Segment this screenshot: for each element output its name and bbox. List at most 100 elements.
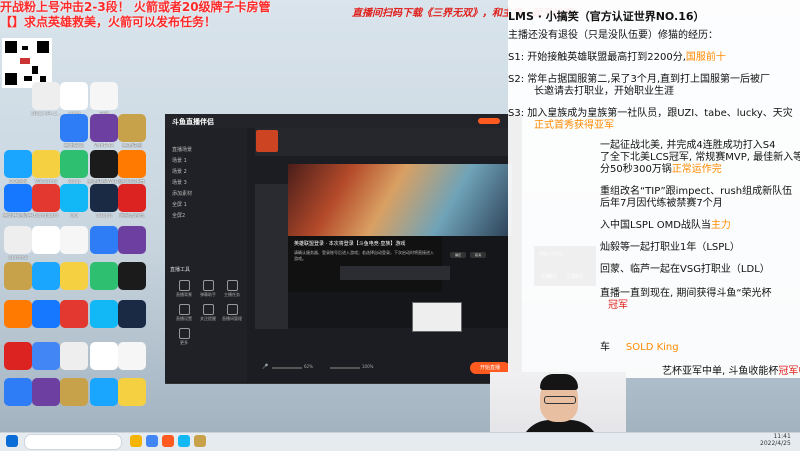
sidebar-item[interactable]: 直播场景 xyxy=(172,146,192,153)
app-header-bar xyxy=(255,128,520,156)
taskbar-clock[interactable]: 11:41 2022/4/25 xyxy=(760,433,791,447)
desktop-icon[interactable] xyxy=(60,300,88,328)
douyu-taskbar-icon[interactable] xyxy=(162,435,174,447)
desktop-icon[interactable] xyxy=(118,300,146,328)
desktop-icon[interactable] xyxy=(90,342,118,370)
tool-icon[interactable] xyxy=(179,304,190,315)
login-cancel-button[interactable]: 取消 xyxy=(470,252,486,258)
desktop-icon-label: 腾讯会议 xyxy=(63,143,84,149)
desktop-icon[interactable] xyxy=(60,150,88,178)
desktop-icon[interactable] xyxy=(32,378,60,406)
desktop-icon[interactable] xyxy=(4,150,32,178)
desktop-icon[interactable] xyxy=(32,184,60,212)
bio-s1: S1: 开始接触英雄联盟最高打到2200分,国服前十 xyxy=(508,48,726,63)
tool-icon[interactable] xyxy=(227,304,238,315)
desktop-icon[interactable] xyxy=(32,300,60,328)
volume-left-slider[interactable] xyxy=(272,367,302,369)
sidebar-item[interactable]: 全屏 1 xyxy=(172,201,187,208)
desktop-icon[interactable] xyxy=(90,150,118,178)
chrome-taskbar-icon[interactable] xyxy=(146,435,158,447)
desktop-icon[interactable] xyxy=(90,184,118,212)
sidebar-item[interactable]: 场景 3 xyxy=(172,179,187,186)
app-badge xyxy=(478,118,500,124)
bio-line7-highlight: 正常运作完 xyxy=(671,164,722,175)
app-titlebar[interactable] xyxy=(165,114,520,128)
desktop-icon[interactable] xyxy=(4,342,32,370)
desktop-icon[interactable] xyxy=(118,378,146,406)
desktop-icon[interactable] xyxy=(60,184,88,212)
mic-icon[interactable]: 🎤 xyxy=(262,364,268,370)
tool-icon[interactable] xyxy=(203,280,214,291)
bio-s3-highlight: 正式首秀获得亚军 xyxy=(534,120,614,131)
desktop-icon[interactable] xyxy=(60,342,88,370)
desktop-icon[interactable] xyxy=(60,378,88,406)
desktop-icon[interactable] xyxy=(32,262,60,290)
qr-code xyxy=(2,38,52,88)
tool-icon[interactable] xyxy=(179,328,190,339)
start-menu-icon[interactable] xyxy=(6,435,18,447)
bio-line13-red: 冠军 xyxy=(608,300,628,311)
desktop-icon[interactable] xyxy=(4,262,32,290)
tool-label: 直播设置 xyxy=(176,316,192,321)
desktop-icon[interactable] xyxy=(118,342,146,370)
taskbar-search-input[interactable] xyxy=(24,434,122,450)
webcam-person-hair xyxy=(540,374,578,390)
sidebar-item[interactable]: 场景 1 xyxy=(172,157,187,164)
volume-right-slider[interactable] xyxy=(330,367,360,369)
tool-icon[interactable] xyxy=(179,280,190,291)
desktop-icon[interactable] xyxy=(32,226,60,254)
lol-taskbar-icon[interactable] xyxy=(194,435,206,447)
desktop-icon[interactable] xyxy=(90,82,118,110)
desktop-icon[interactable] xyxy=(4,300,32,328)
file-explorer-icon[interactable] xyxy=(130,435,142,447)
login-dialog-title: 英雄联盟登录 · 本次将登录【斗鱼电竞·皇族】游戏 xyxy=(294,241,406,247)
desktop-icon[interactable] xyxy=(118,114,146,142)
bio-intro: 主播还没有退役（只是没队伍要）修猫的经历： xyxy=(508,30,718,41)
desktop-icon[interactable] xyxy=(60,226,88,254)
bio-line15: 艺杯亚军中单, 斗鱼收能杯冠军中单 xyxy=(662,362,800,377)
desktop-icon[interactable] xyxy=(4,184,32,212)
clock-date: 2022/4/25 xyxy=(760,440,791,447)
bio-line11: 灿毅等一起打职业1年（LSPL） xyxy=(600,242,740,253)
app-title: 斗鱼直播伴侣 xyxy=(172,118,214,126)
bio-line15-text: 艺杯亚军中单, 斗鱼收能杯 xyxy=(662,366,779,377)
desktop-icon[interactable] xyxy=(32,150,60,178)
desktop-icon[interactable] xyxy=(60,82,88,110)
login-dialog[interactable]: 英雄联盟登录 · 本次将登录【斗鱼电竞·皇族】游戏 请确认服务器、登录账号后进入… xyxy=(288,236,442,292)
qq-taskbar-icon[interactable] xyxy=(178,435,190,447)
streamer-avatar[interactable] xyxy=(256,130,278,152)
tool-icon[interactable] xyxy=(227,280,238,291)
desktop-icon[interactable] xyxy=(60,262,88,290)
bio-s1-label: S1: xyxy=(508,52,525,63)
desktop-icon[interactable] xyxy=(118,184,146,212)
overlay-promo: 开战粉上号冲击2-3段！ 火箭或者20级牌子卡房管 【】求点英雄救美，火箭可以发… xyxy=(0,0,271,30)
bio-line15-red: 冠军中单 xyxy=(778,366,800,377)
sidebar-item[interactable]: 场景 2 xyxy=(172,168,187,175)
desktop-icon[interactable] xyxy=(32,82,60,110)
tool-label: 弹幕助手 xyxy=(200,292,216,297)
desktop-icon-label: QQ xyxy=(70,213,78,219)
sidebar-item[interactable]: 添加素材 xyxy=(172,190,192,197)
overlay-promo-line2: 【】求点英雄救美，火箭可以发布任务！ xyxy=(0,15,217,29)
preview-left-grid xyxy=(255,184,288,329)
login-confirm-button[interactable]: 确定 xyxy=(450,252,466,258)
bio-line7: 分50秒300万锅正常运作完 xyxy=(600,160,722,175)
desktop-icon[interactable] xyxy=(118,150,146,178)
desktop-icon[interactable] xyxy=(118,262,146,290)
desktop-icon[interactable] xyxy=(4,378,32,406)
tool-label: 直播间管理 xyxy=(222,316,242,321)
tool-label: 直播背景 xyxy=(176,292,192,297)
desktop-icon[interactable] xyxy=(90,114,118,142)
desktop-icon[interactable] xyxy=(90,226,118,254)
desktop-icon[interactable] xyxy=(60,114,88,142)
desktop-icon[interactable] xyxy=(32,342,60,370)
bio-line9: 后年7月因代练被禁赛7个月 xyxy=(600,198,723,209)
sidebar-item[interactable]: 全屏2 xyxy=(172,212,185,219)
bio-s1-highlight: 国服前十 xyxy=(685,52,726,63)
desktop-icon[interactable] xyxy=(90,378,118,406)
desktop-icon[interactable] xyxy=(90,300,118,328)
desktop-icon[interactable] xyxy=(118,226,146,254)
desktop-icon[interactable] xyxy=(4,226,32,254)
tool-icon[interactable] xyxy=(203,304,214,315)
desktop-icon[interactable] xyxy=(90,262,118,290)
